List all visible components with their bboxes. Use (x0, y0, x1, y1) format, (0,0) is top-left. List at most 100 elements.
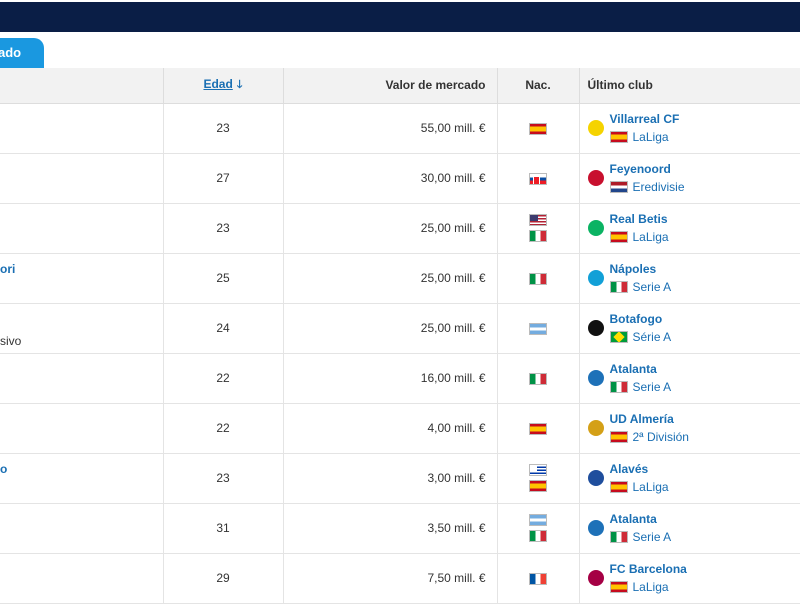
league-name[interactable]: 2ª División (633, 428, 689, 446)
club-crest-icon[interactable] (587, 320, 604, 336)
league-flag-icon (609, 181, 628, 193)
club-text: Alavés LaLiga (609, 460, 669, 496)
club-crest-icon[interactable] (587, 570, 604, 586)
table-row: 31 3,50 mill. € Atalanta Serie A (0, 503, 800, 554)
tab-active[interactable]: ado (0, 38, 44, 68)
table-row: sivo 24 25,00 mill. € Botafogo Série A (0, 303, 800, 354)
player-cell: o (0, 453, 164, 504)
age-cell: 27 (163, 153, 284, 204)
league-link[interactable]: LaLiga (609, 578, 687, 596)
club-name-link[interactable]: Villarreal CF (610, 110, 680, 128)
nationality-flag-icon (529, 530, 547, 542)
market-value-cell: 4,00 mill. € (283, 403, 498, 454)
club-crest-icon[interactable] (587, 520, 604, 536)
nationality-flags (529, 572, 547, 585)
league-flag-icon (609, 331, 628, 343)
club-crest-icon[interactable] (587, 370, 604, 386)
league-link[interactable]: LaLiga (609, 128, 680, 146)
age-cell: 25 (163, 253, 284, 304)
player-cell: ori (0, 253, 164, 304)
table-header-row: Edad 🡓 Valor de mercado Nac. Último club (0, 68, 800, 104)
club-crest-icon[interactable] (587, 420, 604, 436)
club-name-link[interactable]: Alavés (610, 460, 669, 478)
market-value-cell: 3,00 mill. € (283, 453, 498, 504)
league-link[interactable]: Série A (609, 328, 672, 346)
nationality-flags (529, 422, 547, 435)
header-age[interactable]: Edad 🡓 (163, 68, 284, 104)
club-name-link[interactable]: Feyenoord (610, 160, 685, 178)
club-name-link[interactable]: FC Barcelona (610, 560, 687, 578)
league-flag-icon (609, 131, 628, 143)
club-name-link[interactable]: Nápoles (610, 260, 672, 278)
nationality-flags (529, 372, 547, 385)
table-row: 23 25,00 mill. € Real Betis LaLiga (0, 203, 800, 254)
header-last-club: Último club (579, 68, 800, 104)
table-row: ori 25 25,00 mill. € Nápoles Serie A (0, 253, 800, 304)
nationality-flag-icon (529, 464, 547, 476)
club-crest-icon[interactable] (587, 170, 604, 186)
table-row: 27 30,00 mill. € Feyenoord Eredivisie (0, 153, 800, 204)
nationality-cell (497, 303, 580, 354)
player-name-link[interactable]: ori (0, 262, 15, 276)
league-flag-icon (609, 281, 628, 293)
tab-label: ado (0, 45, 22, 60)
league-link[interactable]: Serie A (609, 278, 672, 296)
club-name-link[interactable]: Real Betis (610, 210, 669, 228)
age-cell: 22 (163, 353, 284, 404)
league-flag-icon (609, 581, 628, 593)
league-name[interactable]: LaLiga (633, 228, 669, 246)
club-text: Villarreal CF LaLiga (609, 110, 680, 146)
club-text: Botafogo Série A (609, 310, 672, 346)
nationality-flag-icon (529, 272, 547, 285)
club-text: Nápoles Serie A (609, 260, 672, 296)
league-name[interactable]: Eredivisie (633, 178, 685, 196)
club-cell: Atalanta Serie A (579, 353, 800, 404)
league-name[interactable]: LaLiga (633, 128, 669, 146)
sort-age-link[interactable]: Edad (203, 77, 232, 91)
club-name-link[interactable]: UD Almería (610, 410, 689, 428)
league-name[interactable]: Serie A (633, 278, 672, 296)
top-navigation-bar (0, 0, 800, 32)
nationality-flag-icon (529, 322, 547, 335)
league-link[interactable]: LaLiga (609, 228, 669, 246)
club-info: Feyenoord Eredivisie (587, 160, 795, 196)
nationality-flags (529, 272, 547, 285)
league-name[interactable]: Série A (633, 328, 672, 346)
league-link[interactable]: Serie A (609, 378, 672, 396)
club-crest-icon[interactable] (587, 220, 604, 236)
league-link[interactable]: Eredivisie (609, 178, 685, 196)
age-cell: 24 (163, 303, 284, 354)
club-crest-icon[interactable] (587, 270, 604, 286)
league-link[interactable]: LaLiga (609, 478, 669, 496)
nationality-cell (497, 253, 580, 304)
table-row: 23 55,00 mill. € Villarreal CF LaLiga (0, 103, 800, 154)
tab-strip: ado (0, 32, 800, 68)
league-link[interactable]: 2ª División (609, 428, 689, 446)
transfers-table: Edad 🡓 Valor de mercado Nac. Último club … (0, 68, 800, 604)
club-cell: Alavés LaLiga (579, 453, 800, 504)
league-flag-icon (609, 481, 628, 493)
league-name[interactable]: LaLiga (633, 478, 669, 496)
club-name-link[interactable]: Botafogo (610, 310, 672, 328)
player-name-link[interactable]: o (0, 462, 7, 476)
club-name-link[interactable]: Atalanta (610, 510, 672, 528)
club-crest-icon[interactable] (587, 470, 604, 486)
club-info: Nápoles Serie A (587, 260, 795, 296)
nationality-cell (497, 403, 580, 454)
nationality-flags (529, 514, 547, 542)
league-name[interactable]: Serie A (633, 528, 672, 546)
league-link[interactable]: Serie A (609, 528, 672, 546)
sort-down-arrow-icon: 🡓 (236, 78, 243, 91)
club-crest-icon[interactable] (587, 120, 604, 136)
league-name[interactable]: LaLiga (633, 578, 669, 596)
club-cell: Botafogo Série A (579, 303, 800, 354)
club-name-link[interactable]: Atalanta (610, 360, 672, 378)
league-name[interactable]: Serie A (633, 378, 672, 396)
age-cell: 22 (163, 403, 284, 454)
club-info: Botafogo Série A (587, 310, 795, 346)
club-text: Real Betis LaLiga (609, 210, 669, 246)
market-value-cell: 25,00 mill. € (283, 203, 498, 254)
market-value-cell: 25,00 mill. € (283, 253, 498, 304)
nationality-flags (529, 172, 547, 185)
nationality-cell (497, 103, 580, 154)
